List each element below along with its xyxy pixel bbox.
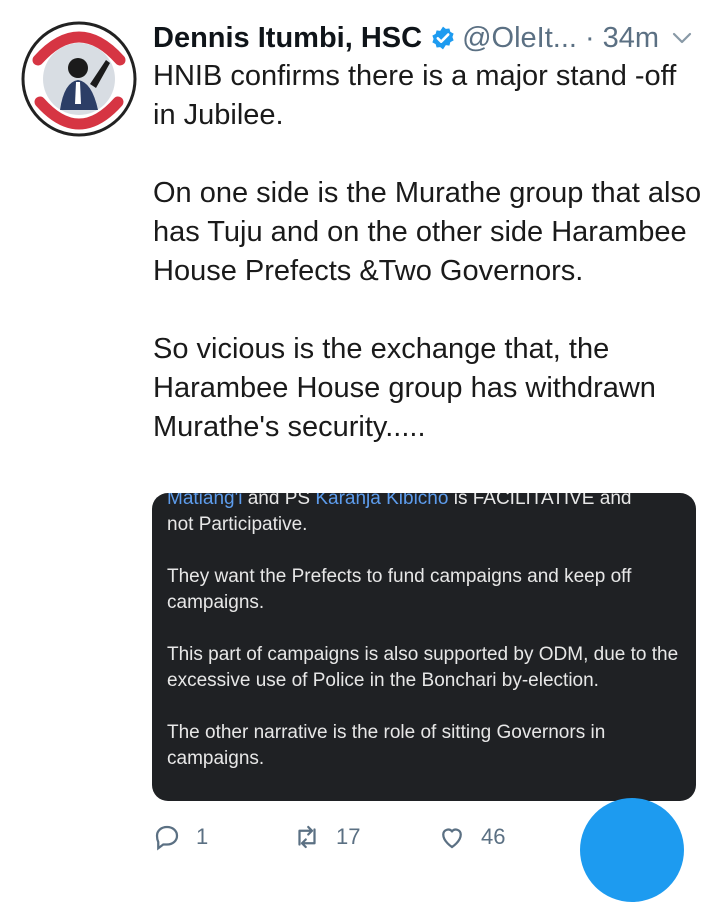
tweet-paragraph: On one side is the Murathe group that al… (153, 177, 702, 287)
like-button[interactable]: 46 (437, 822, 505, 852)
tweet-timestamp[interactable]: 34m (603, 22, 659, 55)
like-count: 46 (481, 824, 506, 849)
author-name[interactable]: Dennis Itumbi, HSC (153, 22, 422, 55)
reply-button[interactable]: 1 (152, 822, 208, 852)
verified-badge-icon (430, 25, 456, 51)
embedded-image[interactable]: Matiang'i and PS Karanja Kibicho is FACI… (152, 493, 696, 801)
reply-count: 1 (196, 824, 209, 849)
author-avatar[interactable] (20, 20, 138, 138)
embedded-paragraph: This part of campaigns is also supported… (167, 644, 679, 691)
embedded-line: Matiang'i and PS Karanja Kibicho is FACI… (167, 493, 687, 512)
tweet-header: Dennis Itumbi, HSC @OleIt... · 34m (153, 18, 698, 58)
retweet-button[interactable]: 17 (292, 822, 360, 852)
tweet-text: HNIB confirms there is a major stand -of… (153, 57, 703, 447)
embedded-text: is FACILITATIVE and (448, 493, 632, 509)
heart-icon (442, 828, 462, 849)
embedded-line: not Participative. (167, 514, 308, 535)
embedded-text: and PS (242, 493, 316, 509)
tweet-paragraph: So vicious is the exchange that, the Har… (153, 333, 656, 443)
embedded-image-text: Matiang'i and PS Karanja Kibicho is FACI… (167, 493, 687, 772)
retweet-icon (298, 825, 316, 849)
embedded-link: Matiang'i (167, 493, 243, 509)
embedded-link: Karanja Kibicho (315, 493, 449, 509)
embedded-paragraph: They want the Prefects to fund campaigns… (167, 566, 632, 613)
retweet-count: 17 (336, 824, 361, 849)
embedded-paragraph: The other narrative is the role of sitti… (167, 722, 606, 769)
compose-tweet-button[interactable] (580, 798, 684, 902)
reply-icon (155, 825, 179, 851)
author-handle[interactable]: @OleIt... (462, 22, 577, 55)
chevron-down-icon[interactable] (670, 26, 694, 50)
tweet-paragraph: HNIB confirms there is a major stand -of… (153, 60, 677, 131)
header-separator: · (584, 21, 595, 54)
